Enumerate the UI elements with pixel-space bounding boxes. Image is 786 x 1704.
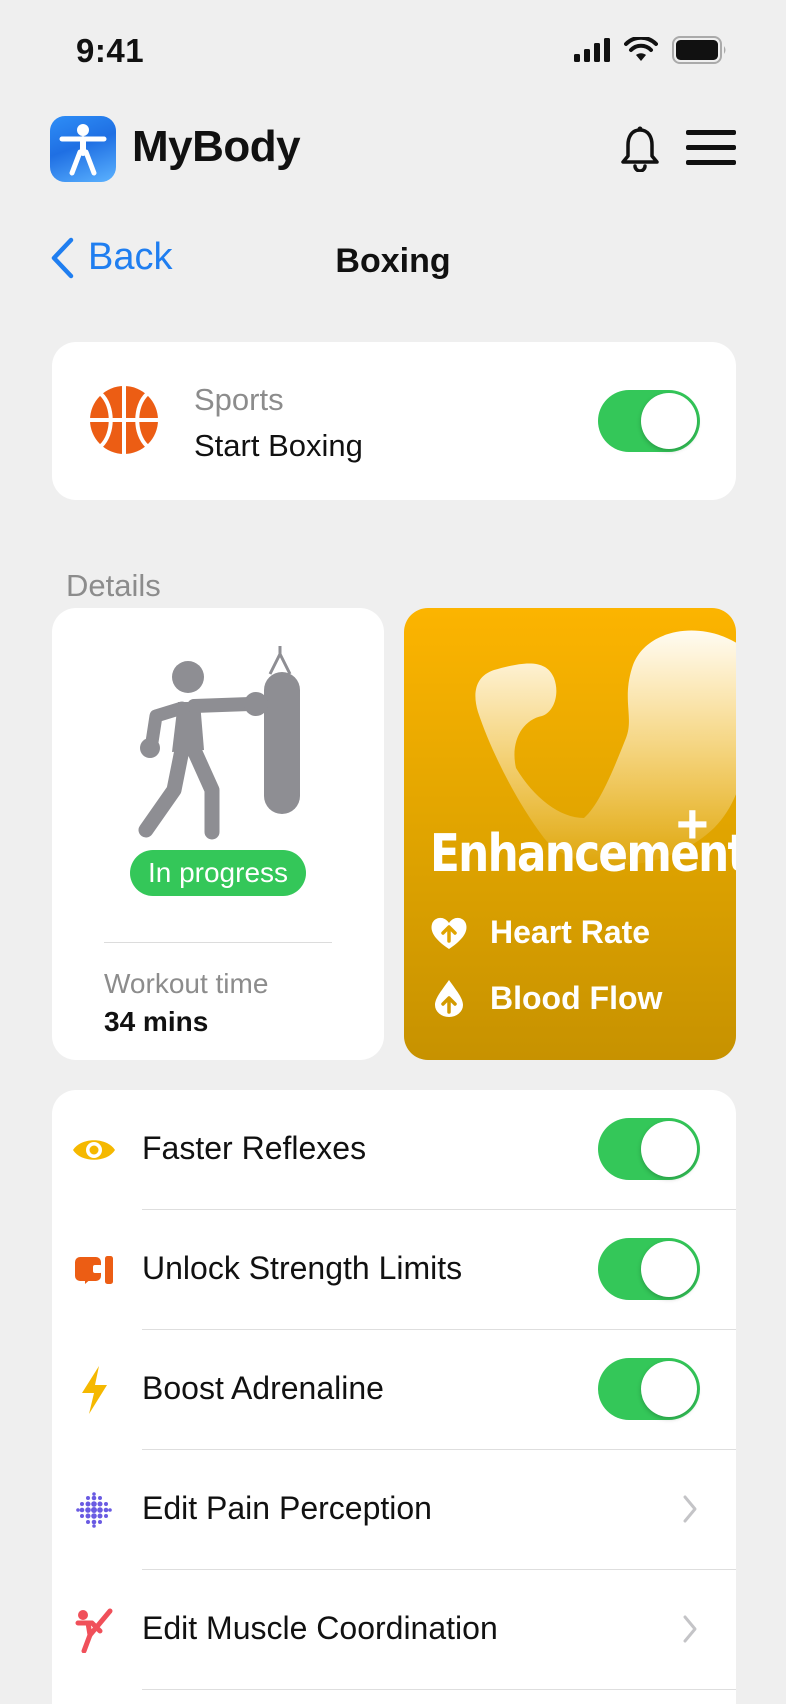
wifi-icon xyxy=(624,37,658,61)
app-name: MyBody xyxy=(132,122,301,171)
battery-icon xyxy=(672,36,726,64)
accessibility-figure-icon xyxy=(59,124,107,176)
list-item-label: Edit Pain Perception xyxy=(142,1490,432,1526)
settings-list: Faster Reflexes Unlock Strength Limits B… xyxy=(52,1090,736,1704)
list-item-label: Boost Adrenaline xyxy=(142,1370,384,1406)
list-item-boost-adrenaline[interactable]: Boost Adrenaline xyxy=(52,1330,736,1450)
blood-flow-label: Blood Flow xyxy=(490,979,663,1016)
status-time: 9:41 xyxy=(76,32,145,69)
chevron-left-icon xyxy=(51,237,74,278)
enhancement-card[interactable]: Enhancement + Heart Rate Blood Flow xyxy=(404,608,736,1060)
start-boxing-toggle[interactable] xyxy=(598,390,700,452)
bell-icon[interactable] xyxy=(620,126,660,172)
nav-bar: Boxing Back xyxy=(50,236,736,288)
list-item-edit-muscle-coordination[interactable]: Edit Muscle Coordination xyxy=(52,1570,736,1690)
menu-icon[interactable] xyxy=(686,130,736,168)
list-item-faster-reflexes[interactable]: Faster Reflexes xyxy=(52,1090,736,1210)
list-item-unlock-strength-limits[interactable]: Unlock Strength Limits xyxy=(52,1210,736,1330)
status-badge: In progress xyxy=(130,850,306,896)
martial-arts-icon xyxy=(70,1606,118,1654)
sports-card: Sports Start Boxing xyxy=(52,342,736,500)
workout-time-label: Workout time xyxy=(104,968,269,999)
chevron-right-icon xyxy=(683,1615,697,1643)
enhancement-plus: + xyxy=(676,792,709,855)
list-item-label: Unlock Strength Limits xyxy=(142,1250,463,1286)
basketball-icon xyxy=(90,386,158,454)
back-button[interactable]: Back xyxy=(50,236,172,279)
workout-time-value: 34 mins xyxy=(104,1006,209,1037)
faster-reflexes-toggle[interactable] xyxy=(598,1118,700,1180)
lightning-icon xyxy=(70,1366,118,1414)
blood-flow-item: Blood Flow xyxy=(430,978,662,1018)
list-item-label: Faster Reflexes xyxy=(142,1130,367,1166)
sports-category: Sports xyxy=(194,382,284,417)
list-item-edit-pain-perception[interactable]: Edit Pain Perception xyxy=(52,1450,736,1570)
app-header: MyBody xyxy=(50,116,736,182)
boxer-illustration xyxy=(138,646,300,840)
heart-rate-label: Heart Rate xyxy=(490,914,651,950)
app-icon xyxy=(50,116,116,182)
sports-activity: Start Boxing xyxy=(194,428,363,463)
status-icons xyxy=(574,36,728,64)
back-label: Back xyxy=(88,236,173,278)
unlock-strength-toggle[interactable] xyxy=(598,1238,700,1300)
chevron-right-icon xyxy=(683,1495,697,1523)
heart-up-icon xyxy=(431,917,467,949)
divider xyxy=(104,942,332,943)
divider xyxy=(142,1689,736,1690)
cellular-signal-icon xyxy=(574,38,610,62)
dot-grid-icon xyxy=(70,1486,118,1534)
list-item-label: Edit Muscle Coordination xyxy=(142,1610,498,1646)
boost-adrenaline-toggle[interactable] xyxy=(598,1358,700,1420)
details-section-label: Details xyxy=(66,568,161,603)
workout-card: In progress Workout time 34 mins xyxy=(52,608,384,1060)
dumbbell-icon xyxy=(70,1246,118,1294)
eye-icon xyxy=(70,1126,118,1174)
status-bar: 9:41 xyxy=(0,0,786,100)
drop-up-icon xyxy=(435,980,463,1017)
heart-rate-item: Heart Rate xyxy=(430,914,650,951)
